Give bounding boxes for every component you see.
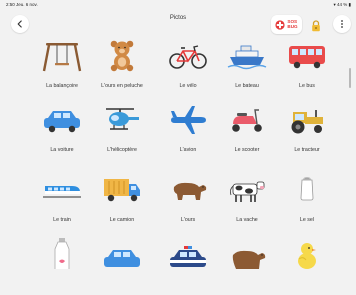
salt-shaker-icon [300,177,314,201]
scooter-icon [232,109,262,132]
wifi-icon: ▾ [333,2,336,7]
picto-car-2[interactable] [87,235,157,295]
picto-label: Le bus [299,83,315,89]
picto-label: L'ours en peluche [101,83,143,89]
picto-tractor[interactable]: Le tracteur [272,102,342,162]
red-cross-icon [275,19,285,30]
picto-salt[interactable]: Le sel [272,172,342,232]
top-bar: Pictos SOS BUG [0,9,356,37]
bicycle-icon [169,45,207,69]
scrollbar[interactable] [349,68,351,88]
padlock-icon[interactable] [311,20,321,32]
picto-helicopter[interactable]: L'hélicoptère [87,102,157,162]
bear-icon [173,182,207,200]
picto-label: Le tracteur [294,147,320,153]
chick-icon [298,243,316,269]
status-time-date: 2:50 Jeu. 6 nov. [6,2,38,7]
picto-chick[interactable] [272,235,342,295]
train-icon [43,186,81,198]
police-car-icon [170,246,206,267]
picto-grid: La balançoire L'ours en peluche Le vélo [0,35,356,269]
picto-label: Le camion [109,217,135,223]
more-options-button[interactable] [333,15,351,33]
ship-icon [227,45,267,70]
vertical-dots-icon [341,20,343,28]
teddy-bear-icon [110,40,134,72]
bus-icon [289,46,325,69]
picto-teddy-bear[interactable]: L'ours en peluche [87,38,157,98]
picto-label: L'hélicoptère [107,147,137,153]
helicopter-icon [106,108,139,130]
status-battery: ▾ 44 % ▮ [333,2,351,8]
airplane-icon [171,106,206,134]
milk-bottle-icon [54,238,70,269]
swing-icon [42,43,82,72]
truck-icon [104,179,140,202]
picto-truck[interactable]: Le camion [87,172,157,232]
battery-percent: 44 % [336,2,348,7]
bear-icon [232,250,266,269]
battery-icon: ▮ [348,2,351,7]
car-icon [104,250,140,267]
cow-icon [229,181,265,202]
tractor-icon [291,110,323,134]
car-icon [44,111,80,133]
chevron-left-icon [17,20,22,28]
sos-bug-button[interactable]: SOS BUG [271,15,302,34]
status-bar: 2:50 Jeu. 6 nov. ▾ 44 % ▮ [0,0,356,9]
sos-label: SOS BUG [287,18,298,29]
picto-label: Le sel [299,217,315,223]
picto-bus[interactable]: Le bus [272,38,342,98]
page-title: Pictos [169,15,187,21]
